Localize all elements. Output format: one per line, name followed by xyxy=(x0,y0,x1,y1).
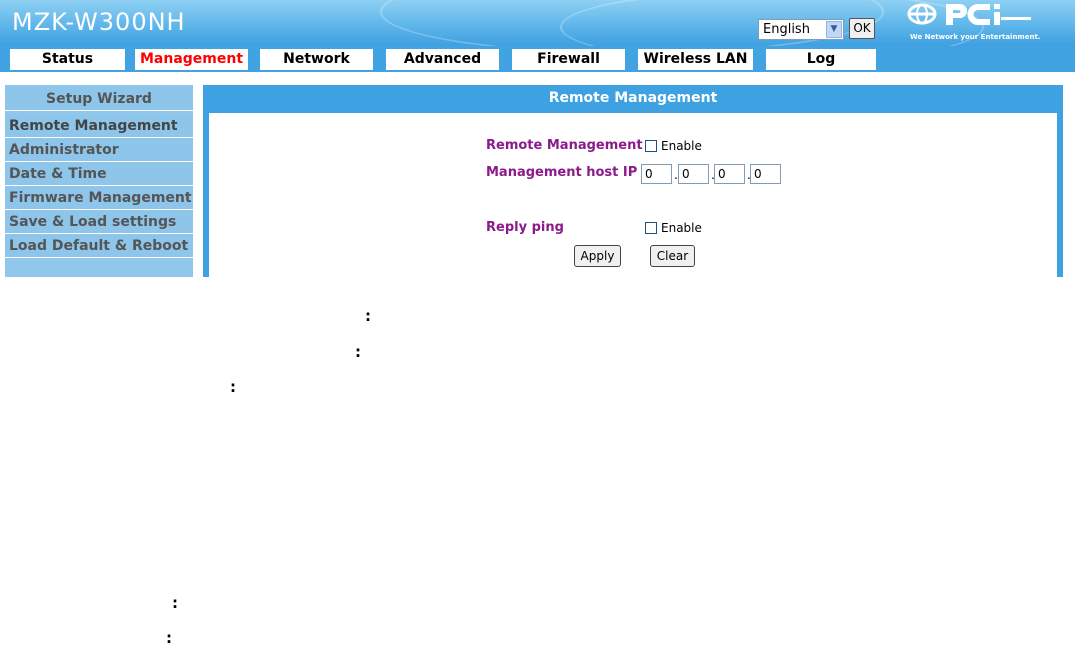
management-host-ip-label: Management host IP xyxy=(486,165,638,180)
sidebar-item-firmware-management[interactable]: Firmware Management xyxy=(5,187,193,210)
sidebar-item-remote-management[interactable]: Remote Management xyxy=(5,115,193,138)
tab-status[interactable]: Status xyxy=(10,49,125,70)
remote-management-enable-checkbox[interactable] xyxy=(645,140,657,152)
host-ip-octet-4-input[interactable]: 0 xyxy=(750,164,781,184)
stray-colon: : xyxy=(172,594,178,612)
tab-wireless-lan[interactable]: Wireless LAN xyxy=(638,49,753,70)
host-ip-octet-3-input[interactable]: 0 xyxy=(714,164,745,184)
chevron-down-icon[interactable]: ▼ xyxy=(826,21,842,38)
stray-colon: : xyxy=(166,629,172,647)
tab-firewall[interactable]: Firewall xyxy=(512,49,625,70)
panel-body: Remote Management Enable Management host… xyxy=(209,113,1057,277)
remote-management-label: Remote Management xyxy=(486,138,643,153)
remote-management-enable-text: Enable xyxy=(661,139,702,153)
model-name: MZK-W300NH xyxy=(12,8,186,36)
tab-log[interactable]: Log xyxy=(766,49,876,70)
language-select[interactable]: English ▼ xyxy=(758,19,844,40)
tab-management[interactable]: Management xyxy=(135,49,248,70)
sidebar-item-save-load-settings[interactable]: Save & Load settings xyxy=(5,211,193,234)
host-ip-octet-1-input[interactable]: 0 xyxy=(641,164,672,184)
header-banner: MZK-W300NH English ▼ OK We Network your … xyxy=(0,0,1075,46)
tab-network[interactable]: Network xyxy=(260,49,373,70)
sidebar-item-load-default-reboot[interactable]: Load Default & Reboot xyxy=(5,235,193,258)
language-ok-button[interactable]: OK xyxy=(849,18,875,39)
reply-ping-enable-text: Enable xyxy=(661,221,702,235)
sidebar-heading-setup-wizard[interactable]: Setup Wizard xyxy=(5,85,193,111)
tab-advanced[interactable]: Advanced xyxy=(386,49,499,70)
sidebar: Setup Wizard Remote Management Administr… xyxy=(5,85,193,277)
language-select-value: English xyxy=(763,22,810,37)
brand-tagline: We Network your Entertainment. xyxy=(910,33,1041,41)
host-ip-octet-2-input[interactable]: 0 xyxy=(678,164,709,184)
stray-colon: : xyxy=(365,307,371,325)
sidebar-item-date-time[interactable]: Date & Time xyxy=(5,163,193,186)
stray-colon: : xyxy=(230,378,236,396)
reply-ping-label: Reply ping xyxy=(486,220,564,235)
main-tab-bar: Status Management Network Advanced Firew… xyxy=(0,46,1075,72)
apply-button[interactable]: Apply xyxy=(574,245,621,267)
stray-colon: : xyxy=(355,343,361,361)
panel-title: Remote Management xyxy=(548,90,718,106)
reply-ping-enable-checkbox[interactable] xyxy=(645,222,657,234)
remote-management-panel: Remote Management Remote Management Enab… xyxy=(203,85,1063,277)
sidebar-item-administrator[interactable]: Administrator xyxy=(5,139,193,162)
clear-button[interactable]: Clear xyxy=(650,245,695,267)
